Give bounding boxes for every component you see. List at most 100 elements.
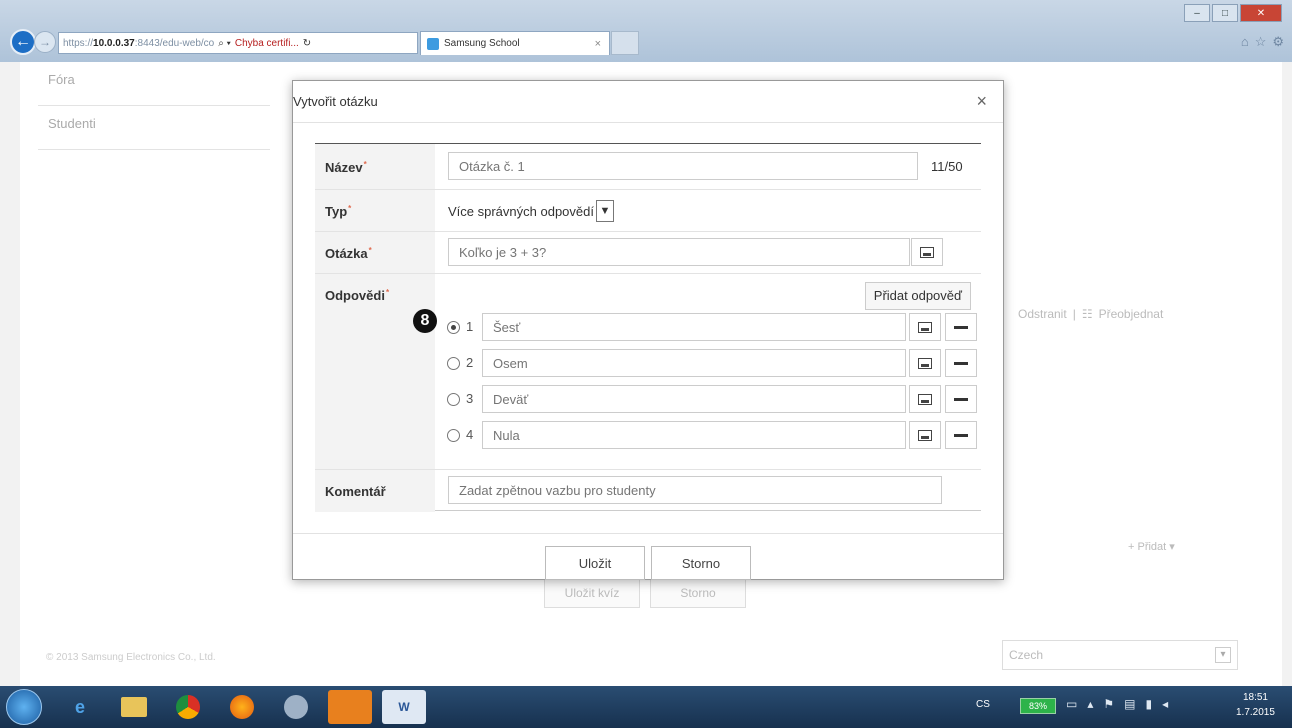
name-char-counter: 11/50 (931, 159, 963, 174)
show-hidden-icons-icon[interactable]: ▴ (1087, 697, 1093, 711)
action-separator: | (1072, 307, 1076, 321)
delete-action[interactable]: Odstranit (1018, 307, 1067, 321)
volume-icon[interactable]: ◂ (1162, 697, 1168, 711)
battery-indicator[interactable]: 83% (1020, 698, 1056, 714)
name-input[interactable] (448, 152, 918, 180)
background-cancel-button[interactable]: Storno (650, 578, 746, 608)
answer-image-button[interactable] (909, 349, 941, 377)
browser-titlebar: ← → https://10.0.0.37:8443/edu-web/co ⌕ … (0, 0, 1292, 62)
reorder-action[interactable]: Přeobjednat (1099, 307, 1164, 321)
certificate-error[interactable]: Chyba certifi... (235, 38, 299, 49)
image-icon (920, 246, 934, 258)
favicon-icon (427, 37, 439, 50)
internet-explorer-icon[interactable]: e (58, 690, 102, 724)
required-marker: * (385, 288, 390, 297)
action-center-flag-icon[interactable]: ⚑ (1103, 697, 1114, 711)
comment-label: Komentář (325, 484, 386, 499)
row-answers: Odpovědi* Přidat odpověď 1 2 3 (315, 274, 981, 470)
type-label: Typ* (325, 204, 352, 219)
name-label: Název* (325, 160, 367, 175)
network-adapter-icon[interactable]: ▭ (1066, 697, 1077, 711)
minus-icon (954, 361, 968, 365)
keyboard-language[interactable]: CS (976, 699, 990, 710)
dialog-title: Vytvořit otázku (293, 94, 378, 109)
home-icon[interactable]: ⌂ (1241, 34, 1249, 50)
row-question: Otázka* (315, 232, 981, 274)
question-input[interactable] (448, 238, 910, 266)
forward-arrow-icon: → (39, 35, 51, 49)
answer-input[interactable] (482, 313, 906, 341)
comment-input[interactable] (448, 476, 942, 504)
remove-answer-button[interactable] (945, 385, 977, 413)
answer-image-button[interactable] (909, 385, 941, 413)
clock-time: 18:51 (1242, 692, 1268, 703)
answer-input[interactable] (482, 349, 906, 377)
language-select[interactable]: Czech ▾ (1002, 640, 1238, 670)
settings-gear-icon[interactable]: ⚙ (1272, 34, 1284, 50)
required-marker: * (348, 204, 352, 213)
answer-radio[interactable] (447, 357, 460, 370)
add-answer-button[interactable]: Přidat odpověď (864, 282, 971, 310)
image-icon (918, 393, 932, 405)
image-icon (918, 429, 932, 441)
annotation-step-badge: 8 (413, 309, 437, 333)
answer-number: 2 (466, 355, 474, 370)
background-add-button[interactable]: + Přidat ▾ (1128, 540, 1175, 553)
maximize-button[interactable]: □ (1212, 4, 1238, 22)
save-quiz-button[interactable]: Uložit kvíz (544, 578, 640, 608)
firefox-icon[interactable] (220, 690, 264, 724)
cancel-button[interactable]: Storno (651, 546, 751, 580)
minus-icon (954, 433, 968, 437)
sidebar-item-fora[interactable]: Fóra (38, 62, 270, 106)
presentation-app-icon[interactable] (328, 690, 372, 724)
minimize-button[interactable]: – (1184, 4, 1210, 22)
row-comment: Komentář (315, 470, 981, 512)
chrome-icon[interactable] (166, 690, 210, 724)
required-marker: * (368, 246, 372, 255)
media-app-icon[interactable] (274, 690, 318, 724)
back-button[interactable]: ← (10, 29, 36, 55)
background-actions: Odstranit | ☷ Přeobjednat (1018, 307, 1163, 321)
file-explorer-icon[interactable] (112, 690, 156, 724)
sidebar-item-studenti[interactable]: Studenti (38, 106, 270, 150)
tab-samsung-school[interactable]: Samsung School × (420, 31, 610, 55)
word-icon[interactable]: W (382, 690, 426, 724)
favorites-star-icon[interactable]: ☆ (1255, 34, 1267, 50)
answer-image-button[interactable] (909, 421, 941, 449)
save-button[interactable]: Uložit (545, 546, 645, 580)
start-button[interactable] (6, 689, 42, 725)
address-bar[interactable]: https://10.0.0.37:8443/edu-web/co ⌕ ▾ Ch… (58, 32, 418, 54)
dialog-header: Vytvořit otázku × (293, 81, 1003, 123)
remove-answer-button[interactable] (945, 349, 977, 377)
remove-answer-button[interactable] (945, 313, 977, 341)
network-icon[interactable]: ▤ (1124, 697, 1135, 711)
copyright-text: © 2013 Samsung Electronics Co., Ltd. (46, 652, 216, 663)
system-clock[interactable]: 18:51 1.7.2015 (1236, 690, 1275, 720)
tab-title: Samsung School (444, 38, 520, 49)
window-controls: – □ ✕ (1184, 4, 1282, 22)
close-icon[interactable]: × (976, 91, 987, 112)
row-name: Název* 11/50 (315, 144, 981, 190)
remove-answer-button[interactable] (945, 421, 977, 449)
answer-radio[interactable] (447, 321, 460, 334)
chevron-down-icon: ▼ (595, 200, 614, 222)
question-image-button[interactable] (911, 238, 943, 266)
window-close-button[interactable]: ✕ (1240, 4, 1282, 22)
type-select[interactable]: Více správných odpovědí ▼ (448, 198, 614, 224)
answer-input[interactable] (482, 421, 906, 449)
answers-label: Odpovědi* (325, 288, 390, 303)
new-tab-button[interactable] (611, 31, 639, 55)
back-arrow-icon: ← (15, 33, 31, 50)
reorder-icon: ☷ (1081, 307, 1093, 321)
address-url: https://10.0.0.37:8443/edu-web/co (63, 37, 215, 49)
forward-button[interactable]: → (34, 31, 56, 53)
answer-input[interactable] (482, 385, 906, 413)
tab-close-icon[interactable]: × (595, 38, 601, 50)
answer-image-button[interactable] (909, 313, 941, 341)
answer-radio[interactable] (447, 429, 460, 442)
search-dropdown-icon[interactable]: ⌕ ▾ (218, 38, 231, 49)
answer-radio[interactable] (447, 393, 460, 406)
refresh-icon[interactable]: ↻ (303, 38, 311, 49)
answer-number: 3 (466, 391, 474, 406)
signal-icon[interactable]: ▮ (1145, 697, 1152, 711)
